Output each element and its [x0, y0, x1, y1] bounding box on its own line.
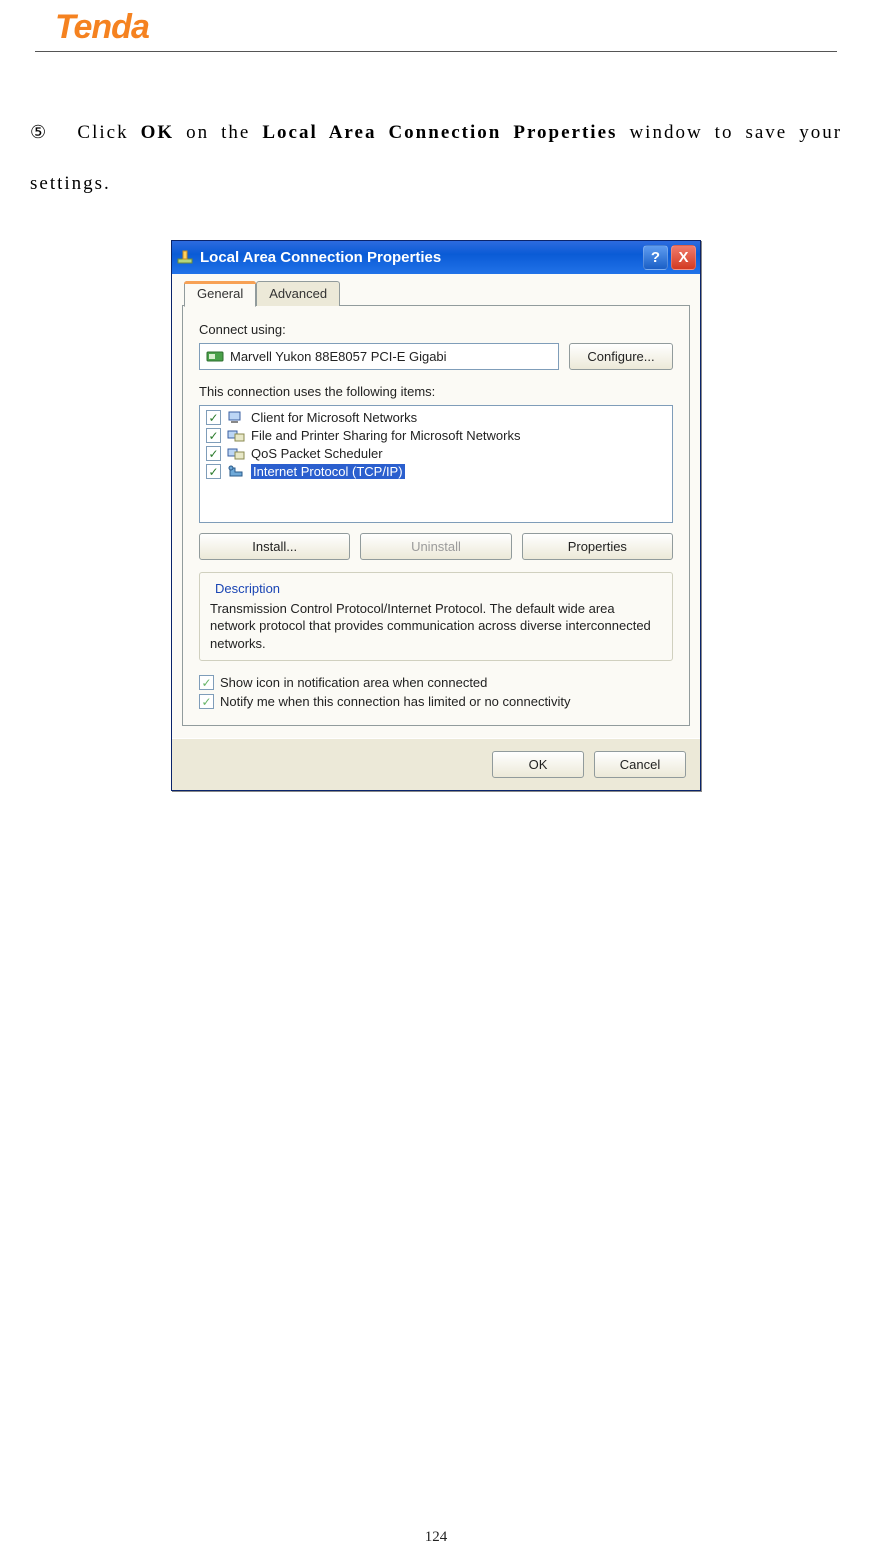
- dialog-button-bar: OK Cancel: [172, 738, 700, 790]
- tab-strip: General Advanced: [184, 281, 690, 306]
- page-header: Tenda: [35, 0, 837, 52]
- description-text: Transmission Control Protocol/Internet P…: [210, 600, 662, 653]
- checkbox-icon[interactable]: ✓: [206, 464, 221, 479]
- checkbox-icon[interactable]: ✓: [206, 410, 221, 425]
- service-icon: [227, 446, 245, 462]
- help-icon: ?: [651, 249, 660, 266]
- description-fieldset: Description Transmission Control Protoco…: [199, 572, 673, 662]
- tab-body: Connect using: Marvell Yukon 88E8057 PCI…: [182, 305, 690, 727]
- list-item[interactable]: ✓ QoS Packet Scheduler: [204, 445, 668, 463]
- list-item[interactable]: ✓ File and Printer Sharing for Microsoft…: [204, 427, 668, 445]
- window-icon: [176, 248, 194, 266]
- list-item[interactable]: ✓ Internet Protocol (TCP/IP): [204, 463, 668, 481]
- service-icon: [227, 428, 245, 444]
- dialog-container: Local Area Connection Properties ? X Gen…: [0, 230, 872, 792]
- dialog-content: General Advanced Connect using: Marvell …: [172, 274, 700, 739]
- show-icon-checkbox-row[interactable]: ✓ Show icon in notification area when co…: [199, 675, 673, 690]
- tab-advanced[interactable]: Advanced: [256, 281, 340, 306]
- properties-button[interactable]: Properties: [522, 533, 673, 560]
- tab-general[interactable]: General: [184, 281, 256, 307]
- checkbox-icon[interactable]: ✓: [199, 694, 214, 709]
- protocol-icon: [227, 464, 245, 480]
- show-icon-label: Show icon in notification area when conn…: [220, 675, 487, 690]
- list-item-label: QoS Packet Scheduler: [251, 446, 383, 461]
- list-item-label: File and Printer Sharing for Microsoft N…: [251, 428, 520, 443]
- page-number: 124: [0, 1529, 872, 1546]
- ok-button[interactable]: OK: [492, 751, 584, 778]
- titlebar[interactable]: Local Area Connection Properties ? X: [172, 241, 700, 274]
- uninstall-button: Uninstall: [360, 533, 511, 560]
- items-label: This connection uses the following items…: [199, 384, 673, 399]
- client-icon: [227, 410, 245, 426]
- list-item[interactable]: ✓ Client for Microsoft Networks: [204, 409, 668, 427]
- close-icon: X: [678, 249, 688, 266]
- configure-button[interactable]: Configure...: [569, 343, 673, 370]
- help-button[interactable]: ?: [643, 245, 668, 270]
- checkbox-icon[interactable]: ✓: [206, 428, 221, 443]
- list-item-label: Internet Protocol (TCP/IP): [251, 464, 405, 479]
- notify-label: Notify me when this connection has limit…: [220, 694, 570, 709]
- close-button[interactable]: X: [671, 245, 696, 270]
- step-marker: ⑤: [30, 122, 53, 142]
- notify-checkbox-row[interactable]: ✓ Notify me when this connection has lim…: [199, 694, 673, 709]
- list-item-label: Client for Microsoft Networks: [251, 410, 417, 425]
- properties-dialog: Local Area Connection Properties ? X Gen…: [171, 240, 701, 792]
- checkbox-icon[interactable]: ✓: [199, 675, 214, 690]
- adapter-name: Marvell Yukon 88E8057 PCI-E Gigabi: [230, 349, 447, 364]
- adapter-field[interactable]: Marvell Yukon 88E8057 PCI-E Gigabi: [199, 343, 559, 370]
- nic-icon: [206, 349, 224, 363]
- window-title: Local Area Connection Properties: [200, 249, 643, 266]
- connect-using-label: Connect using:: [199, 322, 673, 337]
- cancel-button[interactable]: Cancel: [594, 751, 686, 778]
- items-listbox[interactable]: ✓ Client for Microsoft Networks ✓ File a…: [199, 405, 673, 523]
- tenda-logo: Tenda: [55, 8, 149, 46]
- checkbox-icon[interactable]: ✓: [206, 446, 221, 461]
- instruction-text: ⑤ Click OK on the Local Area Connection …: [0, 52, 872, 230]
- install-button[interactable]: Install...: [199, 533, 350, 560]
- description-legend: Description: [212, 581, 283, 596]
